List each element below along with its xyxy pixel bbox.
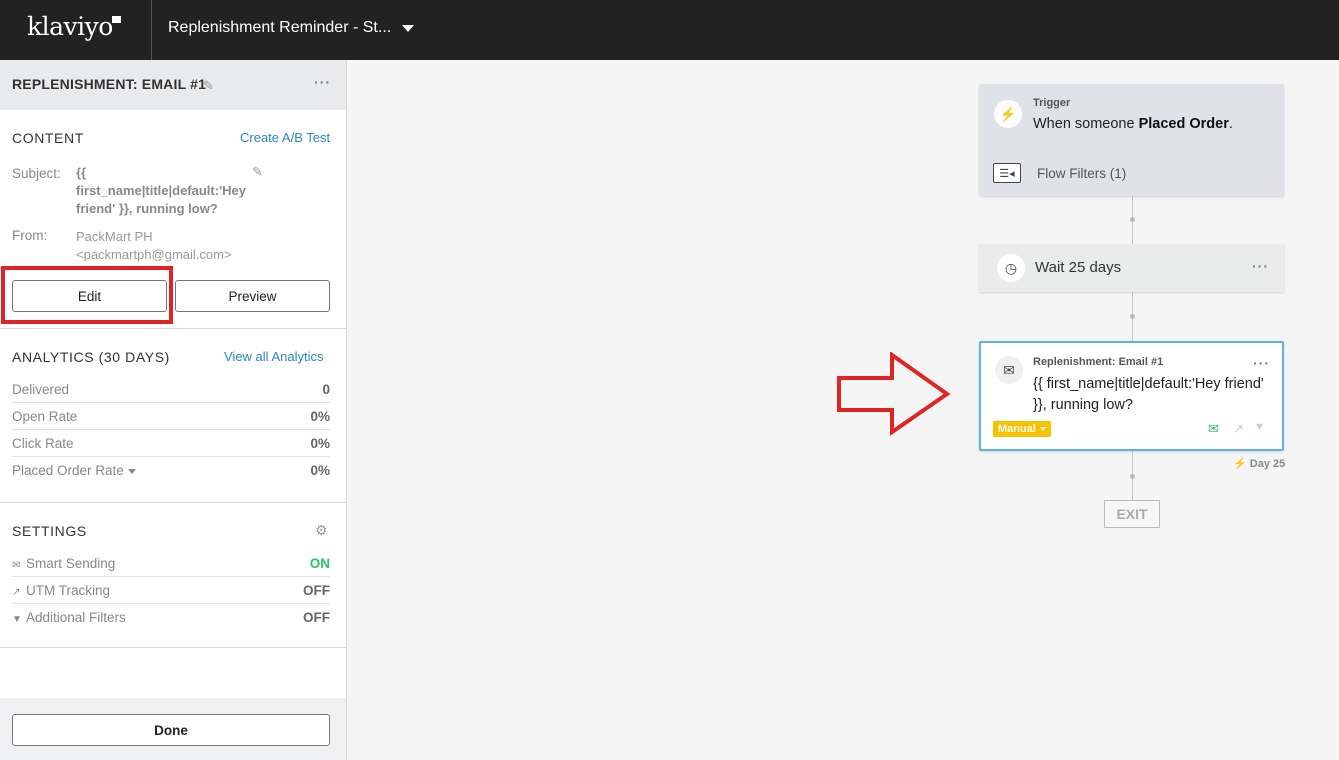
status-text: Manual — [998, 423, 1036, 435]
subject-value: {{ first_name|title|default:'Hey friend'… — [76, 165, 247, 216]
trigger-card[interactable]: ⚡ Trigger When someone Placed Order. ☰◂ … — [979, 84, 1284, 196]
trigger-event: Placed Order — [1138, 116, 1229, 132]
email-settings-panel: REPLENISHMENT: EMAIL #1 ✎ ··· CONTENT Cr… — [0, 60, 347, 760]
flow-name[interactable]: Replenishment Reminder - St... — [168, 19, 391, 37]
row-label-wrap: ↗ UTM Tracking — [12, 583, 110, 598]
settings-row-additional-filters: ▼ Additional Filters OFF — [12, 604, 330, 631]
from-email: <packmartph@gmail.com> — [76, 247, 232, 262]
view-all-analytics-link[interactable]: View all Analytics — [224, 349, 323, 364]
panel-more-options-icon[interactable]: ··· — [314, 74, 331, 90]
envelope-icon: ✉ — [995, 356, 1023, 384]
caret-down-icon[interactable] — [127, 468, 136, 474]
right-arrow-annotation-icon — [837, 352, 951, 436]
filter-icon: ▼ — [12, 614, 22, 625]
smart-sending-icon: ✉ — [1208, 421, 1219, 436]
from-label: From: — [12, 228, 48, 243]
status-off: OFF — [303, 610, 330, 625]
divider — [151, 0, 152, 60]
settings-gear-icon[interactable]: ⚙ — [315, 522, 328, 539]
analytics-row-click-rate: Click Rate 0% — [12, 430, 330, 457]
row-label: Delivered — [12, 382, 70, 397]
settings-row-smart-sending: ✉ Smart Sending ON — [12, 550, 330, 577]
done-button[interactable]: Done — [12, 714, 330, 746]
settings-row-utm-tracking: ↗ UTM Tracking OFF — [12, 577, 330, 604]
logo-flag-icon — [111, 16, 121, 23]
flow-filters-link[interactable]: Flow Filters (1) — [1037, 166, 1126, 181]
row-label: Smart Sending — [26, 556, 116, 571]
klaviyo-logo[interactable]: klaviyo — [27, 12, 121, 41]
content-heading: CONTENT — [12, 130, 84, 146]
smart-sending-icon: ✉ — [12, 560, 21, 571]
status-off: OFF — [303, 583, 330, 598]
top-bar: klaviyo Replenishment Reminder - St... — [0, 0, 1339, 60]
panel-header: REPLENISHMENT: EMAIL #1 ✎ ··· — [0, 60, 346, 110]
trigger-label: Trigger — [1033, 97, 1071, 109]
metric-selector[interactable]: Placed Order Rate — [12, 463, 136, 478]
row-value: 0 — [322, 382, 330, 397]
flow-filters-icon: ☰◂ — [993, 163, 1021, 183]
row-label: Click Rate — [12, 436, 74, 451]
analytics-row-placed-order-rate[interactable]: Placed Order Rate 0% — [12, 457, 330, 484]
subject-label: Subject: — [12, 166, 61, 181]
day-text: Day 25 — [1249, 458, 1286, 470]
trigger-text-suffix: . — [1228, 116, 1233, 132]
highlight-box — [1, 266, 173, 324]
wait-card[interactable]: ◷ Wait 25 days ··· — [979, 244, 1284, 292]
day-badge: ⚡ Day 25 — [1233, 458, 1286, 470]
email-card-label: Replenishment: Email #1 — [1033, 356, 1164, 368]
row-label: Placed Order Rate — [12, 463, 124, 478]
divider — [0, 502, 346, 503]
flow-menu-chevron-down-icon[interactable] — [402, 25, 414, 32]
edit-title-pencil-icon[interactable]: ✎ — [203, 78, 214, 94]
wait-more-options-icon[interactable]: ··· — [1252, 258, 1269, 274]
email-card-subject: {{ first_name|title|default:'Hey friend'… — [1033, 376, 1264, 413]
email-card[interactable]: ✉ Replenishment: Email #1 ··· {{ first_n… — [979, 341, 1284, 451]
connector-dot — [1130, 474, 1135, 479]
row-label: Open Rate — [12, 409, 78, 424]
row-value: 0% — [310, 463, 330, 478]
row-label: UTM Tracking — [26, 583, 111, 598]
row-label-wrap: ✉ Smart Sending — [12, 556, 115, 571]
preview-button[interactable]: Preview — [175, 280, 330, 312]
settings-heading: SETTINGS — [12, 523, 87, 539]
clock-icon: ◷ — [997, 254, 1025, 282]
wait-text: Wait 25 days — [1035, 259, 1122, 276]
utm-tracking-icon: ↗ — [1233, 421, 1244, 436]
caret-down-icon — [1039, 427, 1046, 431]
divider — [0, 328, 346, 329]
row-value: 0% — [310, 436, 330, 451]
trigger-text: When someone Placed Order. — [1033, 116, 1233, 132]
divider — [0, 647, 346, 648]
connector-dot — [1130, 314, 1135, 319]
row-label: Additional Filters — [26, 610, 126, 625]
status-dropdown[interactable]: Manual — [993, 421, 1051, 437]
lightning-icon: ⚡ — [994, 100, 1022, 128]
edit-subject-pencil-icon[interactable]: ✎ — [252, 164, 263, 180]
logo-text: klaviyo — [27, 12, 113, 41]
panel-footer: Done — [0, 698, 346, 760]
email-more-options-icon[interactable]: ··· — [1253, 355, 1270, 371]
connector-dot — [1130, 217, 1135, 222]
from-name: PackMart PH — [76, 229, 153, 244]
from-value: PackMart PH <packmartph@gmail.com> — [76, 228, 232, 264]
analytics-heading: ANALYTICS (30 DAYS) — [12, 349, 170, 365]
analytics-row-open-rate: Open Rate 0% — [12, 403, 330, 430]
create-ab-test-link[interactable]: Create A/B Test — [240, 130, 330, 145]
trigger-text-prefix: When someone — [1033, 116, 1139, 132]
panel-title: REPLENISHMENT: EMAIL #1 — [12, 76, 207, 92]
utm-tracking-icon: ↗ — [12, 587, 21, 598]
analytics-row-delivered: Delivered 0 — [12, 376, 330, 403]
row-label-wrap: ▼ Additional Filters — [12, 610, 126, 625]
row-value: 0% — [310, 409, 330, 424]
status-on: ON — [309, 556, 330, 571]
exit-node: EXIT — [1104, 500, 1160, 528]
filter-icon: ▼ — [1254, 421, 1265, 433]
